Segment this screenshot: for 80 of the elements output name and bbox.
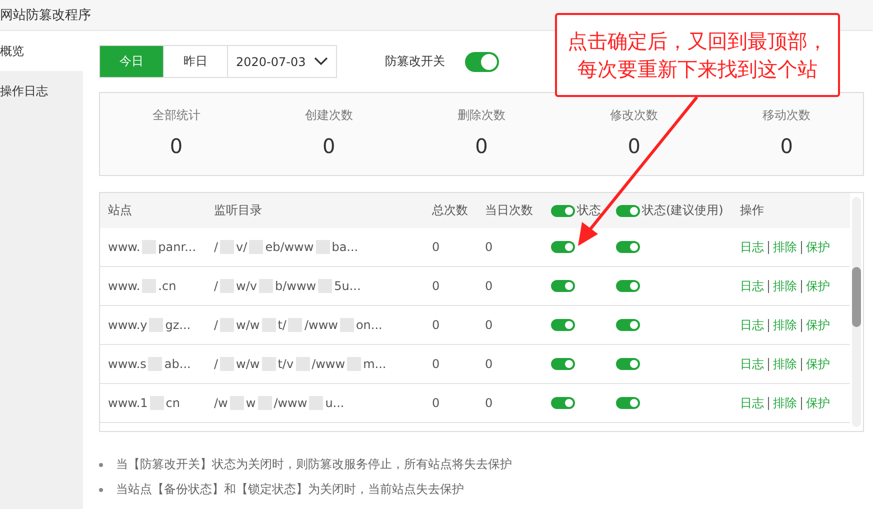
column-header: 总次数: [432, 202, 468, 219]
stat-label: 移动次数: [762, 107, 811, 124]
toggle-switch[interactable]: [616, 280, 640, 292]
switch-label: 防篡改开关: [384, 53, 445, 70]
note-text: 当【防篡改开关】状态为关闭时，则防篡改服务停止，所有站点将失去保护: [116, 456, 512, 473]
action-link[interactable]: 保护: [806, 278, 830, 294]
stat-label: 创建次数: [304, 107, 353, 124]
action-link[interactable]: 排除: [773, 316, 797, 334]
toggle-icon: [551, 204, 575, 216]
column-header: 站点: [108, 202, 132, 219]
toggle-switch[interactable]: [551, 319, 575, 331]
column-header: 状态: [577, 202, 601, 219]
table-cell: 0: [485, 357, 493, 371]
table-cell: 0: [485, 279, 493, 293]
annotation-text: 每次要重新下来找到这个站: [578, 56, 818, 83]
toggle-icon: [616, 204, 640, 216]
toggle-switch[interactable]: [551, 280, 575, 292]
stat-value: 0: [322, 134, 336, 158]
stat-value: 0: [628, 134, 640, 158]
action-link[interactable]: 排除: [773, 238, 797, 256]
table-cell: /w w /www u...: [214, 396, 344, 410]
table-cell: 0: [432, 279, 440, 293]
day-tab[interactable]: 今日: [100, 46, 164, 77]
toggle-switch[interactable]: [464, 52, 499, 72]
table-cell: www. .cn: [108, 279, 176, 293]
scrollbar[interactable]: [852, 197, 861, 427]
action-link[interactable]: 日志: [740, 238, 764, 256]
action-link[interactable]: 日志: [740, 316, 764, 334]
table-cell: 0: [485, 396, 493, 410]
table-cell: / w/w t/ /www on...: [214, 318, 382, 332]
stat-label: 修改次数: [610, 107, 658, 124]
table-cell: 0: [432, 318, 440, 332]
action-link[interactable]: 保护: [806, 356, 830, 372]
table-cell: www.y gz...: [108, 318, 191, 332]
stat-value: 0: [475, 134, 488, 158]
sidebar-item[interactable]: 概览: [0, 31, 83, 71]
stat-value: 0: [170, 134, 183, 158]
chevron-down-icon: [314, 57, 328, 66]
sidebar-item[interactable]: 操作日志: [0, 71, 83, 111]
table-cell: 0: [432, 396, 440, 410]
toggle-switch[interactable]: [616, 319, 640, 331]
action-link[interactable]: 日志: [740, 356, 764, 372]
column-header: 当日次数: [485, 202, 533, 219]
table-cell: www.1 cn: [108, 396, 180, 410]
column-header: 状态(建议使用): [642, 202, 724, 219]
annotation-text: 点击确定后，又回到最顶部，: [568, 28, 828, 55]
toggle-switch[interactable]: [616, 241, 640, 253]
action-link[interactable]: 排除: [773, 278, 797, 294]
table-cell: 0: [485, 240, 493, 254]
action-link[interactable]: 保护: [806, 394, 830, 412]
date-picker[interactable]: 2020-07-03: [228, 46, 336, 77]
stat-value: 0: [780, 134, 794, 158]
toggle-switch[interactable]: [616, 358, 640, 370]
note-text: 当站点【备份状态】和【锁定状态】为关闭时，当前站点失去保护: [116, 481, 464, 498]
action-link[interactable]: 排除: [773, 394, 797, 412]
action-link[interactable]: 日志: [740, 278, 764, 294]
table-cell: 0: [432, 240, 440, 254]
table-cell: 0: [485, 318, 493, 332]
toggle-switch[interactable]: [551, 397, 575, 409]
toggle-switch[interactable]: [616, 397, 640, 409]
stat-label: 删除次数: [457, 107, 506, 124]
stat-label: 全部统计: [152, 107, 200, 124]
toggle-switch[interactable]: [551, 358, 575, 370]
action-link[interactable]: 日志: [740, 394, 764, 412]
toggle-switch[interactable]: [551, 241, 575, 253]
scrollbar-thumb[interactable]: [852, 267, 861, 327]
window-title: 网站防篡改程序: [0, 7, 91, 24]
table-cell: 0: [432, 357, 440, 371]
table-cell: / w/v b/www 5u...: [214, 279, 361, 293]
action-link[interactable]: 保护: [806, 316, 830, 334]
table-cell: / w/w t/v /www m...: [214, 357, 386, 371]
column-header: 操作: [740, 202, 764, 219]
column-header: 监听目录: [214, 202, 262, 219]
table-cell: / v/ eb/www ba...: [214, 240, 358, 254]
table-cell: www.s ab...: [108, 357, 191, 371]
action-link[interactable]: 保护: [806, 238, 830, 256]
table-cell: www. panr...: [108, 240, 196, 254]
bullet-icon: [99, 488, 103, 492]
action-link[interactable]: 排除: [773, 356, 797, 372]
bullet-icon: [99, 462, 103, 466]
